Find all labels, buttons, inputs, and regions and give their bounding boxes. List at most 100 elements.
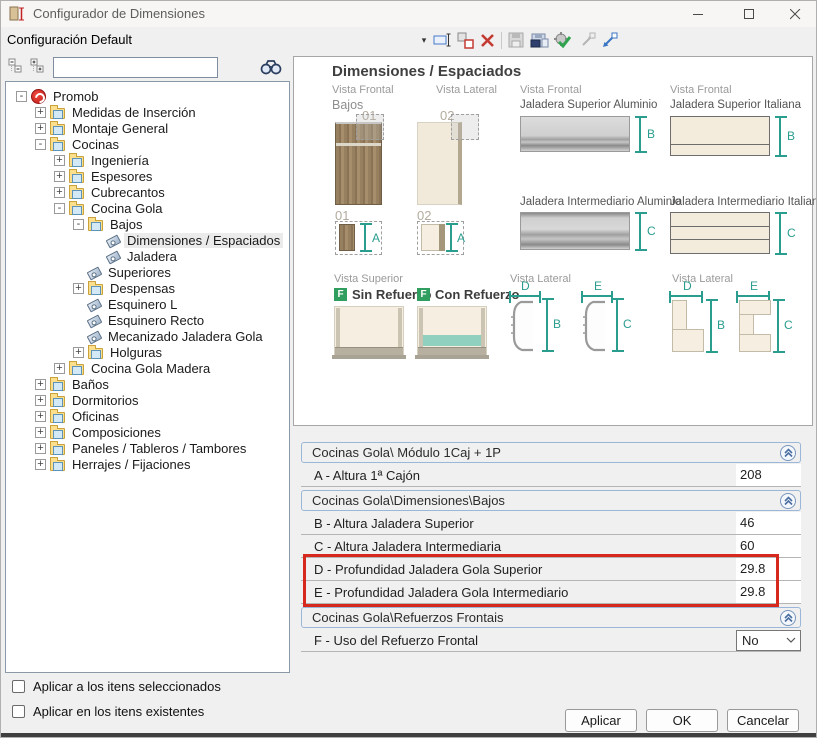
param-dropdown[interactable]: No xyxy=(736,630,801,651)
folder-icon xyxy=(50,444,65,455)
expand-box-icon[interactable]: + xyxy=(35,411,46,422)
section-header: Cocinas Gola\Dimensiones\Bajos xyxy=(301,490,801,511)
expand-box-icon[interactable]: + xyxy=(35,395,46,406)
tree-item-dormitorios[interactable]: +Dormitorios xyxy=(6,392,289,408)
maximize-button[interactable] xyxy=(726,1,772,27)
tree-item-oficinas[interactable]: +Oficinas xyxy=(6,408,289,424)
l-block-horizontal xyxy=(672,329,704,352)
section-collapse-icon[interactable] xyxy=(780,610,796,626)
checkbox-aplicar-en-los-itens-existentes[interactable]: Aplicar en los itens existentes xyxy=(12,702,204,720)
expand-box-icon[interactable]: + xyxy=(35,123,46,134)
title-bar: Configurador de Dimensiones xyxy=(1,1,816,27)
search-input[interactable] xyxy=(53,57,218,78)
section-collapse-icon[interactable] xyxy=(780,493,796,509)
tree-item-paneles-tableros-tambores[interactable]: +Paneles / Tableros / Tambores xyxy=(6,440,289,456)
dim-b-bracket-2 xyxy=(779,117,781,156)
param-value-input[interactable]: 29.8 xyxy=(736,581,801,603)
tree-item-label: Cubrecantos xyxy=(88,185,168,200)
save-config-file-icon[interactable] xyxy=(529,30,550,51)
ok-button[interactable]: OK xyxy=(646,709,718,732)
import-config-icon[interactable] xyxy=(599,30,620,51)
expand-box-icon[interactable]: + xyxy=(35,427,46,438)
tree-item-cocinas[interactable]: -Cocinas xyxy=(6,136,289,152)
tree-item-herrajes-fijaciones[interactable]: +Herrajes / Fijaciones xyxy=(6,456,289,472)
expand-box-icon[interactable]: + xyxy=(54,171,65,182)
dim-b-bracket-3 xyxy=(546,299,548,351)
tree-item-superiores[interactable]: Superiores xyxy=(6,264,289,280)
configuration-dropdown-icon[interactable]: ▾ xyxy=(418,34,430,46)
tree-item-medidas-de-inserci-n[interactable]: +Medidas de Inserción xyxy=(6,104,289,120)
expand-box-icon[interactable]: + xyxy=(54,363,65,374)
dim-c-bracket-2 xyxy=(779,213,781,254)
param-value-input[interactable]: 208 xyxy=(736,464,801,486)
expand-box-icon[interactable]: + xyxy=(35,379,46,390)
checkbox-box[interactable] xyxy=(12,680,25,693)
collapse-box-icon[interactable]: - xyxy=(35,139,46,150)
expand-box-icon[interactable]: + xyxy=(73,283,84,294)
expand-box-icon[interactable]: + xyxy=(73,347,84,358)
tree-item-promob[interactable]: -Promob xyxy=(6,88,289,104)
tree-item-cubrecantos[interactable]: + Cubrecantos xyxy=(6,184,289,200)
expand-box-icon[interactable]: + xyxy=(35,459,46,470)
tree-item-label: Mecanizado Jaladera Gola xyxy=(105,329,266,344)
dim-d-label: D xyxy=(521,279,530,293)
expand-all-icon[interactable] xyxy=(29,58,47,76)
tree-item-label: Cocina Gola Madera xyxy=(88,361,213,376)
diagram-title: Dimensiones / Espaciados xyxy=(332,63,521,80)
dim-b-label-4: B xyxy=(717,318,725,332)
tree-item-jaladera[interactable]: Jaladera xyxy=(6,248,289,264)
expand-box-icon[interactable]: + xyxy=(54,187,65,198)
tree-item-cocina-gola-madera[interactable]: + Cocina Gola Madera xyxy=(6,360,289,376)
tree-item-bajos[interactable]: -Bajos xyxy=(6,216,289,232)
tree-item-despensas[interactable]: +Despensas xyxy=(6,280,289,296)
tree-item-espesores[interactable]: +Espesores xyxy=(6,168,289,184)
param-row-c: C - Altura Jaladera Intermediaria60 xyxy=(301,535,801,558)
tree-item-label: Composiciones xyxy=(69,425,164,440)
param-value-input[interactable]: 46 xyxy=(736,512,801,534)
expand-box-icon[interactable]: + xyxy=(54,155,65,166)
cancel-button[interactable]: Cancelar xyxy=(727,709,799,732)
checkbox-aplicar-a-los-itens-seleccionados[interactable]: Aplicar a los itens seleccionados xyxy=(12,677,221,695)
tree-item-esquinero-l[interactable]: Esquinero L xyxy=(6,296,289,312)
export-config-icon[interactable] xyxy=(577,30,598,51)
copy-config-icon[interactable] xyxy=(455,30,476,51)
section-collapse-icon[interactable] xyxy=(780,445,796,461)
collapse-box-icon[interactable]: - xyxy=(73,219,84,230)
tree-item-holguras[interactable]: +Holguras xyxy=(6,344,289,360)
tree-item-ba-os[interactable]: +Baños xyxy=(6,376,289,392)
delete-config-icon[interactable] xyxy=(477,30,498,51)
jaladera-intermediario-italiana-image xyxy=(670,212,770,254)
apply-config-icon[interactable] xyxy=(552,30,573,51)
tree-item-ingenier-a[interactable]: +Ingeniería xyxy=(6,152,289,168)
param-value-input[interactable]: 60 xyxy=(736,535,801,557)
tree-item-composiciones[interactable]: + Composiciones xyxy=(6,424,289,440)
collapse-box-icon[interactable]: - xyxy=(16,91,27,102)
configuration-tree: -Promob+Medidas de Inserción+Montaje Gen… xyxy=(5,81,290,673)
tree-item-cocina-gola[interactable]: -Cocina Gola xyxy=(6,200,289,216)
tree-item-dimensiones-espaciados[interactable]: Dimensiones / Espaciados xyxy=(6,232,289,248)
collapse-box-icon[interactable]: - xyxy=(54,203,65,214)
close-button[interactable] xyxy=(772,1,817,27)
expand-box-icon[interactable]: + xyxy=(35,443,46,454)
dim-b-label: B xyxy=(647,127,655,141)
dim-c-bracket-4 xyxy=(777,300,779,352)
tree-item-mecanizado-jaladera-gola[interactable]: Mecanizado Jaladera Gola xyxy=(6,328,289,344)
tree-item-montaje-general[interactable]: +Montaje General xyxy=(6,120,289,136)
rename-config-icon[interactable] xyxy=(432,30,453,51)
chevron-down-icon xyxy=(786,637,796,643)
expand-box-icon[interactable]: + xyxy=(35,107,46,118)
search-binoculars-icon[interactable] xyxy=(259,58,283,76)
apply-button[interactable]: Aplicar xyxy=(565,709,637,732)
tree-item-esquinero-recto[interactable]: Esquinero Recto xyxy=(6,312,289,328)
param-label: B - Altura Jaladera Superior xyxy=(314,516,736,531)
collapse-all-icon[interactable] xyxy=(7,58,25,76)
param-value-input[interactable]: 29.8 xyxy=(736,558,801,580)
param-row-a: A - Altura 1ª Cajón208 xyxy=(301,464,801,487)
minimize-button[interactable] xyxy=(675,1,721,27)
top-view-con-refuerzo xyxy=(417,306,487,356)
selection-box-02 xyxy=(451,114,479,140)
dim-b-bracket xyxy=(639,117,641,152)
checkbox-box[interactable] xyxy=(12,705,25,718)
save-config-icon[interactable] xyxy=(506,30,527,51)
dim-e-bracket xyxy=(582,295,612,297)
